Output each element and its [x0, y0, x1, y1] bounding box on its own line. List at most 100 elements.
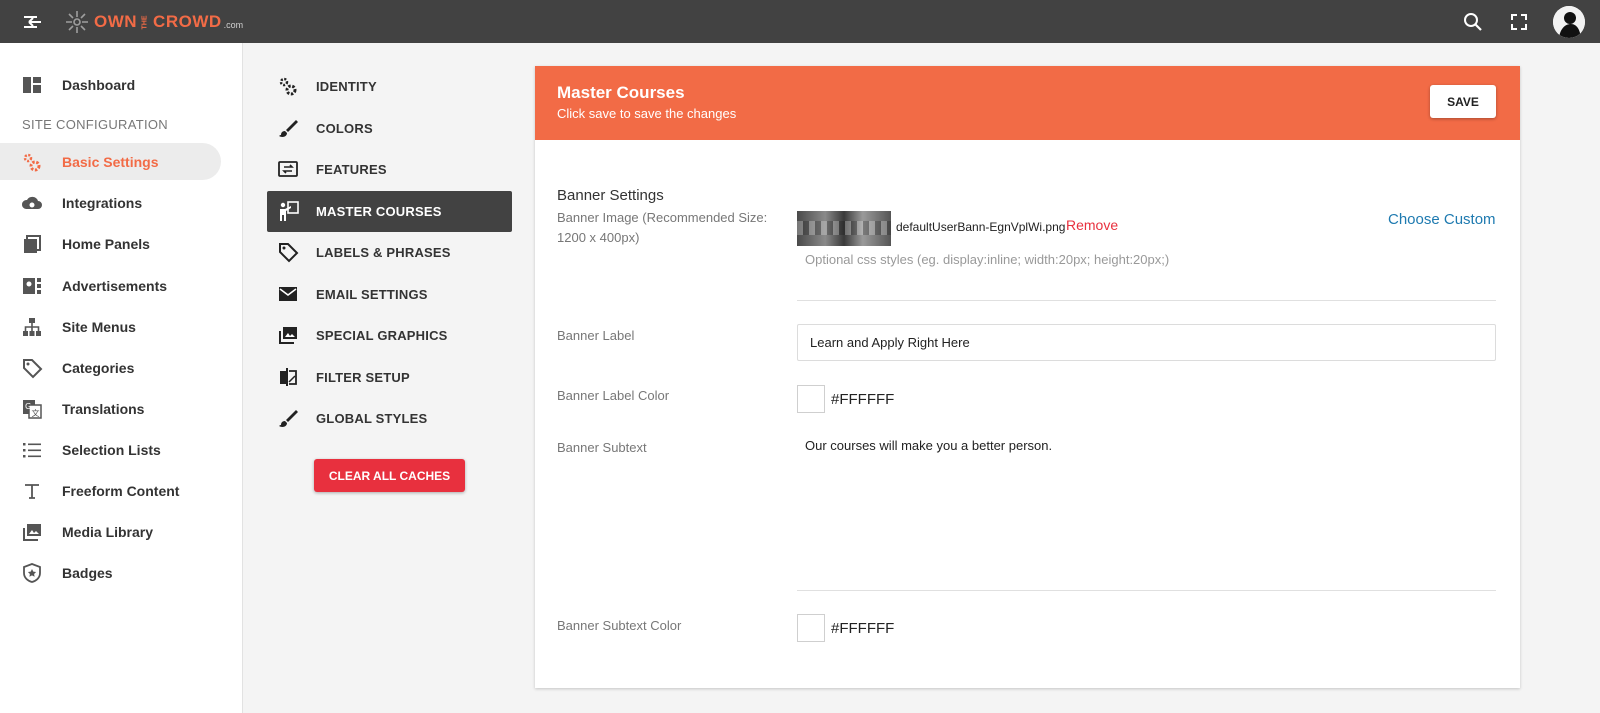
email-icon	[279, 287, 297, 301]
banner-settings-title: Banner Settings	[557, 187, 664, 204]
brand-com: .com	[223, 20, 244, 30]
sidebar-item-label: Basic Settings	[62, 153, 159, 170]
svg-text:G: G	[25, 402, 31, 411]
submenu-item-master-courses[interactable]: MASTER COURSES	[267, 191, 512, 232]
sidebar-item-label: Translations	[62, 400, 145, 417]
brand-the: THE	[141, 15, 149, 29]
sidebar-item-selection-lists[interactable]: Selection Lists	[0, 431, 221, 468]
banner-label-color-value[interactable]: #FFFFFF	[831, 391, 894, 408]
brush-icon	[279, 120, 298, 137]
submenu-item-filter-setup[interactable]: FILTER SETUP	[267, 357, 512, 398]
divider	[797, 300, 1496, 301]
submenu-item-label: SPECIAL GRAPHICS	[316, 328, 448, 343]
clear-all-caches-button[interactable]: CLEAR ALL CACHES	[314, 459, 465, 492]
panels-icon	[24, 235, 41, 253]
banner-subtext-color-value[interactable]: #FFFFFF	[831, 620, 894, 637]
submenu-item-special-graphics[interactable]: SPECIAL GRAPHICS	[267, 315, 512, 356]
save-button[interactable]: SAVE	[1430, 85, 1496, 118]
brand-own: OWN	[94, 12, 138, 31]
images-icon	[279, 327, 297, 344]
arrow-back-icon[interactable]	[20, 10, 44, 34]
sidebar-item-label: Home Panels	[62, 235, 150, 252]
user-avatar-icon	[1553, 6, 1585, 38]
search-icon[interactable]	[1461, 10, 1485, 34]
tags-icon	[279, 243, 299, 263]
sidebar-item-label: Selection Lists	[62, 441, 161, 458]
sidebar-item-site-menus[interactable]: Site Menus	[0, 308, 221, 345]
compare-icon	[280, 368, 297, 386]
list-icon	[23, 443, 41, 458]
banner-subtext-textarea[interactable]: Our courses will make you a better perso…	[797, 433, 1496, 578]
page-subtitle: Click save to save the changes	[557, 106, 737, 121]
sidebar-item-badges[interactable]: Badges	[0, 554, 221, 591]
banner-label-input[interactable]	[797, 324, 1496, 361]
text-icon	[25, 484, 39, 499]
translate-icon: 文 G	[23, 400, 42, 419]
submenu-item-label: LABELS & PHRASES	[316, 245, 451, 260]
sidebar-item-label: Freeform Content	[62, 482, 180, 499]
fullscreen-icon[interactable]	[1507, 10, 1531, 34]
submenu-item-label: FILTER SETUP	[316, 370, 410, 385]
banner-label-color-swatch[interactable]	[797, 385, 825, 413]
section-label: SITE CONFIGURATION	[22, 117, 168, 132]
page-title: Master Courses	[557, 83, 685, 102]
submenu-item-global-styles[interactable]: GLOBAL STYLES	[267, 398, 512, 439]
gears-icon	[279, 77, 297, 96]
ad-icon	[23, 278, 41, 294]
images-icon	[23, 524, 41, 541]
remove-image-link[interactable]: Remove	[1066, 217, 1118, 233]
card-header: Master Courses Click save to save the ch…	[535, 66, 1520, 140]
sidebar-item-label: Media Library	[62, 523, 154, 540]
features-icon	[278, 161, 298, 177]
submenu-item-label: GLOBAL STYLES	[316, 411, 428, 426]
sidebar-item-translations[interactable]: 文 G Translations	[0, 390, 221, 427]
banner-label-label: Banner Label	[557, 328, 635, 343]
sidebar-item-media-library[interactable]: Media Library	[0, 513, 221, 550]
sidebar-item-freeform-content[interactable]: Freeform Content	[0, 472, 221, 509]
banner-image-filename: defaultUserBann-EgnVplWi.png	[896, 220, 1066, 234]
submenu-item-email-settings[interactable]: EMAIL SETTINGS	[267, 274, 512, 315]
sitemap-icon	[23, 318, 41, 336]
sidebar-item-integrations[interactable]: Integrations	[0, 184, 221, 221]
banner-image-label: Banner Image (Recommended Size: 1200 x 4…	[557, 210, 768, 245]
submenu-item-identity[interactable]: IDENTITY	[267, 66, 512, 107]
dashboard-icon	[23, 77, 41, 93]
avatar[interactable]	[1553, 6, 1585, 38]
sidebar-item-categories[interactable]: Categories	[0, 349, 221, 386]
banner-css-input[interactable]	[805, 252, 1485, 267]
svg-text:文: 文	[32, 408, 40, 418]
sidebar-item-label: Badges	[62, 564, 113, 581]
banner-subtext-label: Banner Subtext	[557, 440, 647, 455]
gears-icon	[23, 153, 41, 172]
master-courses-card: Master Courses Click save to save the ch…	[535, 66, 1520, 688]
submenu-item-label: IDENTITY	[316, 79, 377, 94]
site-logo[interactable]: OWN THE CROWD .com	[64, 8, 243, 36]
logo-mark-icon	[66, 11, 88, 33]
sidebar-item-basic-settings[interactable]: Basic Settings	[0, 143, 221, 180]
divider	[797, 590, 1496, 591]
submenu-item-label: FEATURES	[316, 162, 387, 177]
brand-crowd: CROWD	[153, 12, 222, 31]
sidebar: Dashboard SITE CONFIGURATION Basic Setti…	[0, 43, 243, 713]
banner-subtext-color-swatch[interactable]	[797, 614, 825, 642]
sidebar-item-label: Advertisements	[62, 277, 168, 294]
sidebar-item-label: Categories	[62, 359, 135, 376]
choose-custom-link[interactable]: Choose Custom	[1388, 211, 1496, 228]
sidebar-item-dashboard[interactable]: Dashboard	[0, 66, 221, 103]
submenu-item-label: COLORS	[316, 121, 373, 136]
submenu-item-labels-phrases[interactable]: LABELS & PHRASES	[267, 232, 512, 273]
cloud-sync-icon	[21, 196, 42, 209]
submenu-item-colors[interactable]: COLORS	[267, 108, 512, 149]
banner-subtext-color-label: Banner Subtext Color	[557, 618, 682, 633]
sidebar-item-label: Site Menus	[62, 318, 136, 335]
presenter-icon	[280, 201, 299, 221]
submenu-item-features[interactable]: FEATURES	[267, 149, 512, 190]
submenu-item-label: EMAIL SETTINGS	[316, 287, 428, 302]
tag-icon	[23, 359, 43, 379]
brush-icon	[279, 410, 298, 427]
submenu-item-label: MASTER COURSES	[316, 204, 442, 219]
sidebar-item-advertisements[interactable]: Advertisements	[0, 267, 221, 304]
banner-image-thumbnail[interactable]	[797, 211, 891, 246]
sidebar-item-home-panels[interactable]: Home Panels	[0, 225, 221, 262]
badge-icon	[23, 563, 41, 583]
